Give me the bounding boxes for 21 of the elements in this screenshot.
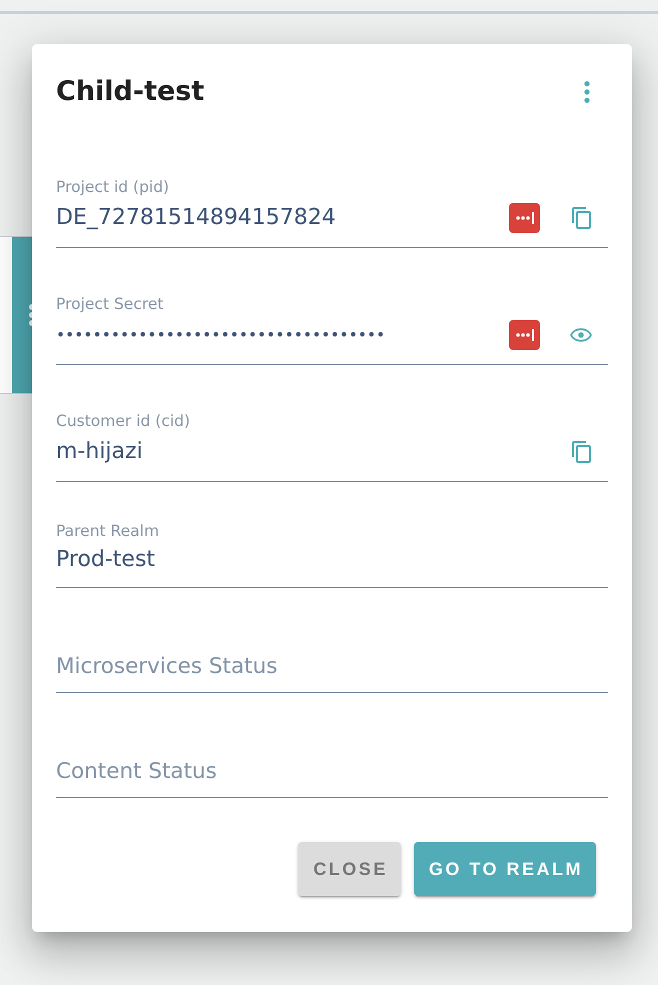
copy-icon[interactable] xyxy=(572,441,590,463)
text-field[interactable]: Parent Realm Prod-test xyxy=(56,522,608,588)
text-field[interactable]: Project id (pid) DE_72781514894157824 xyxy=(56,178,608,248)
dialog-title: Child-test xyxy=(56,75,204,109)
field-label: Project id (pid) xyxy=(56,178,170,196)
password-dots-icon[interactable] xyxy=(509,203,540,233)
text-field[interactable]: Project Secret •••••••••••••••••••••••••••••••••••• xyxy=(56,295,608,365)
field-value: m-hijazi xyxy=(56,438,144,466)
field-label: Customer id (cid) xyxy=(56,412,190,430)
field-label: Project Secret xyxy=(56,295,164,313)
text-field[interactable]: Microservices Status xyxy=(56,646,608,693)
password-dots-icon[interactable] xyxy=(509,320,540,350)
text-field[interactable]: Customer id (cid) m-hijazi xyxy=(56,412,608,482)
eye-icon[interactable] xyxy=(570,328,592,342)
more-vertical-icon[interactable] xyxy=(584,81,590,103)
copy-icon[interactable] xyxy=(572,207,590,229)
text-field[interactable]: Content Status xyxy=(56,751,608,798)
field-value: DE_72781514894157824 xyxy=(56,204,337,232)
field-label: Parent Realm xyxy=(56,522,160,540)
field-value: Prod-test xyxy=(56,546,156,574)
field-value: •••••••••••••••••••••••••••••••••••• xyxy=(56,325,386,346)
